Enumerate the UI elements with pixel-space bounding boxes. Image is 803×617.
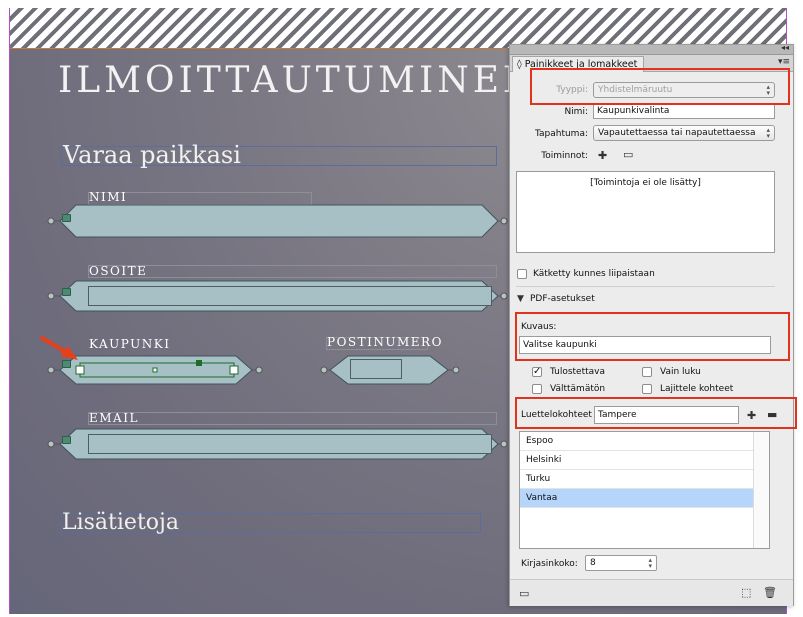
name-field-shape[interactable] [46,202,508,240]
select-arrows-icon: ▴ ▾ [648,556,652,570]
readonly-checkbox[interactable] [642,367,652,377]
name-input[interactable]: Kaupunkivalinta [593,104,775,119]
address-input-box[interactable] [88,286,492,306]
pasteboard-hatch [10,8,786,48]
add-action-icon[interactable]: ✚ [598,150,607,161]
annotation-arrow-icon [40,336,78,360]
list-item-selected[interactable]: Vantaa [520,489,754,508]
font-size-label: Kirjasinkoko: [521,559,578,569]
email-input-box[interactable] [88,434,492,454]
section-heading-more-info[interactable]: Lisätietoja [62,510,179,535]
lock-icon [62,436,71,444]
pdf-options-heading: PDF-asetukset [530,294,595,304]
event-label: Tapahtuma: [534,129,588,139]
panel-footer: ▭ ⬚ 🗑 [510,579,793,606]
required-checkbox[interactable] [532,384,542,394]
actions-empty-text: [Toimintoja ei ole lisätty] [590,178,701,188]
postal-label: POSTINUMERO [327,335,443,349]
trash-icon[interactable]: 🗑 [763,587,777,598]
remove-action-icon[interactable]: ▭ [623,149,633,160]
printable-checkbox[interactable]: ✓ [532,367,542,377]
email-label: EMAIL [89,411,139,425]
font-size-value: 8 [590,558,596,568]
highlight-list-items [515,397,797,429]
printable-label: Tulostettava [550,367,606,377]
select-arrows-icon: ▴ ▾ [766,126,770,140]
postal-input-box[interactable] [350,359,402,379]
hidden-until-checkbox[interactable] [517,269,527,279]
highlight-description [515,312,790,361]
hidden-until-label: Kätketty kunnes liipaistaan [533,269,655,279]
sort-items-checkbox[interactable] [642,384,652,394]
address-label-frame [88,265,497,278]
list-items-box[interactable]: Espoo Helsinki Turku Vantaa [519,431,770,549]
event-select[interactable]: Vapautettaessa tai napautettaessa ▴ ▾ [593,125,775,141]
actions-label: Toiminnot: [541,151,588,161]
list-item[interactable]: Turku [520,470,754,489]
separator [516,286,775,287]
section-heading-reserve[interactable]: Varaa paikkasi [63,141,241,169]
list-item[interactable]: Helsinki [520,451,754,470]
list-item[interactable]: Espoo [520,432,754,451]
list-scrollbar[interactable] [753,432,769,548]
required-label: Välttämätön [550,384,606,394]
disclosure-triangle-icon[interactable]: ▼ [517,294,524,305]
readonly-label: Vain luku [660,367,701,377]
buttons-and-forms-panel[interactable]: ◂◂ ◊ Painikkeet ja lomakkeet ▾≡ Tyyppi: … [509,43,797,606]
panel-drag-bar[interactable]: ◂◂ [510,43,793,55]
highlight-type [530,68,790,105]
preview-icon[interactable]: ▭ [519,588,529,599]
collapse-panel-icon[interactable]: ◂◂ [781,43,789,52]
lock-icon [62,288,71,296]
lock-icon [62,214,71,222]
actions-list[interactable]: [Toimintoja ei ole lisätty] [516,171,775,253]
email-label-frame [88,412,497,425]
document-title[interactable]: ILMOITTAUTUMINEN [58,60,539,101]
address-label: OSOITE [89,264,148,278]
font-size-combo[interactable]: 8 ▴ ▾ [585,555,657,571]
panel-menu-icon[interactable]: ▾≡ [778,57,790,67]
event-select-value: Vapautettaessa tai napautettaessa [598,128,756,138]
name-label: Nimi: [564,107,588,117]
sort-items-label: Lajittele kohteet [660,384,734,394]
city-label: KAUPUNKI [89,337,171,351]
convert-object-icon[interactable]: ⬚ [741,587,751,598]
